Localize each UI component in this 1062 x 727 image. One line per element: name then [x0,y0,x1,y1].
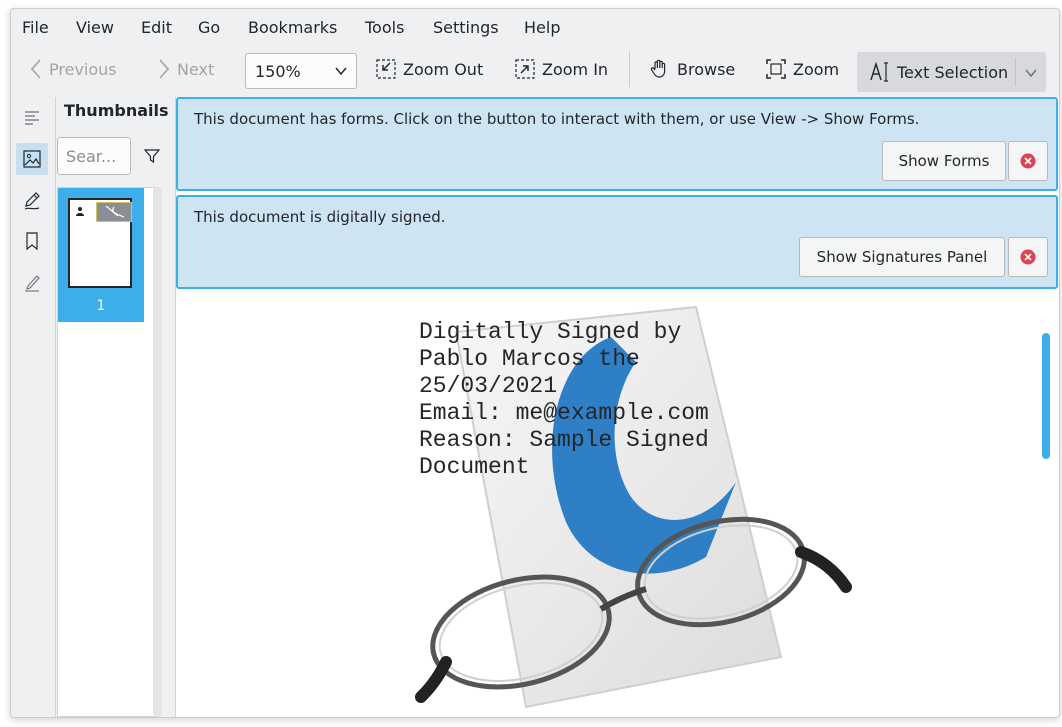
chevron-down-icon[interactable] [1024,66,1038,80]
chevron-down-icon [335,67,347,76]
tab-signatures[interactable] [16,267,48,299]
zoom-in-icon [515,59,535,79]
zoom-out-label: Zoom Out [403,59,484,79]
thumbnail-search-input[interactable]: Sear... [57,137,131,175]
text-selection-icon [870,61,888,82]
chevron-right-icon [159,59,170,79]
menu-tools[interactable]: Tools [365,18,404,37]
page-view: Digitally Signed by Pablo Marcos the 25/03… [176,297,1058,717]
hand-icon [650,59,666,78]
menu-bar: File View Edit Go Bookmarks Tools Settin… [11,9,1059,45]
close-icon [1020,249,1036,265]
tab-annotations[interactable] [16,185,48,217]
menu-file[interactable]: File [22,18,49,37]
zoom-level-select[interactable]: 150% [245,53,357,89]
close-forms-banner-button[interactable] [1008,141,1048,181]
previous-button[interactable]: Previous [29,49,117,89]
pen-icon [24,192,40,210]
previous-label: Previous [49,59,117,79]
signature-field-thumbnail [96,202,132,222]
main-toolbar: Previous Next 150% Zoom Out Zoom In Brow… [11,49,1059,93]
signed-banner: This document is digitally signed. Show … [176,195,1058,289]
zoom-in-label: Zoom In [542,59,609,79]
signature-line: 25/03/2021 [419,373,558,399]
forms-message: This document has forms. Click on the bu… [194,110,920,128]
document-view: This document has forms. Click on the bu… [175,97,1059,717]
close-icon [1020,153,1036,169]
page-number: 1 [96,298,106,314]
zoom-out-icon [376,59,396,79]
split-divider [1015,58,1016,86]
signature-icon [25,275,40,292]
browse-label: Browse [677,59,736,79]
thumbnail-list: 1 [57,187,155,717]
okular-window: File View Edit Go Bookmarks Tools Settin… [10,8,1060,718]
thumbnails-panel: Thumbnails Sear... 1 [57,97,173,717]
show-forms-button[interactable]: Show Forms [882,141,1006,181]
text-selection-label: Text Selection [897,62,1009,82]
show-signatures-panel-button[interactable]: Show Signatures Panel [799,237,1005,277]
tab-contents[interactable] [16,103,48,135]
signature-line: Document [419,454,530,480]
forms-banner: This document has forms. Click on the bu… [176,97,1058,191]
zoom-in-button[interactable]: Zoom In [514,49,608,89]
thumbnail-scrollbar[interactable] [153,187,162,717]
menu-bookmarks[interactable]: Bookmarks [248,18,337,37]
text-selection-tool-button[interactable]: Text Selection [857,52,1046,92]
menu-settings[interactable]: Settings [433,18,499,37]
document-scrollbar[interactable] [1042,333,1050,459]
tab-bookmarks[interactable] [16,225,48,257]
chevron-left-icon [30,59,41,79]
close-signed-banner-button[interactable] [1008,237,1048,277]
sidebar-tab-strip [11,97,56,717]
signature-line: Digitally Signed by [419,319,682,345]
menu-view[interactable]: View [76,18,114,37]
signer-icon [76,207,84,216]
signature-line: Reason: Sample Signed [419,427,709,453]
filter-icon[interactable] [143,147,161,165]
thumbnail-item[interactable]: 1 [58,188,144,322]
signature-line: Email: me@example.com [419,400,709,426]
signature-text: Digitally Signed by Pablo Marcos the 25/03… [419,319,709,481]
menu-go[interactable]: Go [198,18,220,37]
image-icon [23,150,41,168]
zoom-level-value: 150% [255,61,301,81]
browse-tool-button[interactable]: Browse [649,49,735,89]
toolbar-separator [629,51,630,87]
panel-title: Thumbnails [64,101,169,120]
tab-thumbnails[interactable] [16,143,48,175]
zoom-tool-label: Zoom [793,59,840,79]
table-of-contents-icon [25,111,39,125]
menu-help[interactable]: Help [524,18,560,37]
menu-edit[interactable]: Edit [141,18,172,37]
next-label: Next [177,59,215,79]
zoom-tool-button[interactable]: Zoom [765,49,839,89]
signature-line: Pablo Marcos the [419,346,640,372]
zoom-area-icon [766,59,786,79]
zoom-out-button[interactable]: Zoom Out [375,49,483,89]
next-button[interactable]: Next [157,49,214,89]
page-thumbnail [68,198,132,288]
bookmark-icon [26,232,38,251]
signed-message: This document is digitally signed. [194,208,446,226]
